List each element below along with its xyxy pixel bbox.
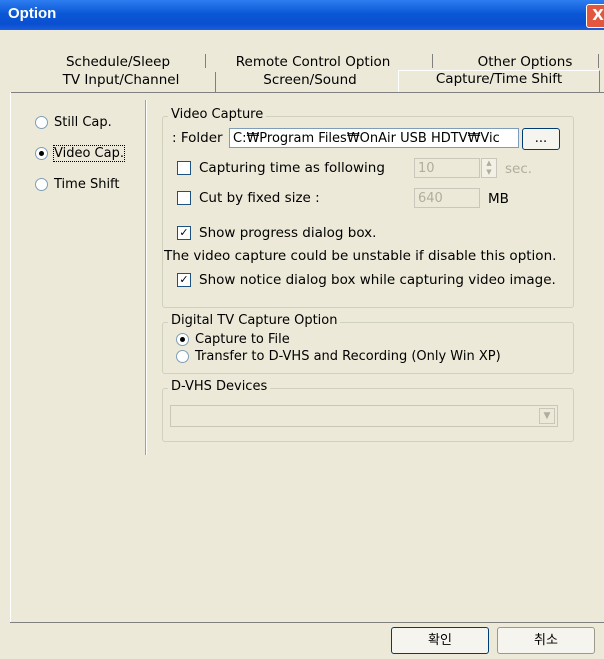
close-icon: X bbox=[592, 6, 604, 24]
ok-button[interactable]: 확인 bbox=[391, 627, 489, 654]
tab-label: TV Input/Channel bbox=[62, 72, 180, 88]
folder-input[interactable]: C:₩Program Files₩OnAir USB HDTV₩Vic bbox=[229, 128, 519, 148]
tab-other-options[interactable]: Other Options bbox=[470, 54, 580, 70]
digital-tv-group bbox=[162, 322, 574, 374]
tab-remote-control-option[interactable]: Remote Control Option bbox=[228, 54, 398, 70]
sec-unit: sec. bbox=[505, 161, 533, 177]
radio-circle bbox=[35, 178, 48, 191]
ok-label: 확인 bbox=[428, 633, 452, 648]
tab-tv-input-channel[interactable]: TV Input/Channel bbox=[46, 72, 196, 88]
tab-screen-sound[interactable]: Screen/Sound bbox=[245, 72, 375, 88]
radio-video-cap[interactable]: Video Cap. bbox=[35, 145, 125, 162]
cancel-label: 취소 bbox=[534, 633, 558, 648]
radio-circle bbox=[176, 350, 189, 363]
warning-text: The video capture could be unstable if d… bbox=[164, 248, 557, 264]
tab-label: Schedule/Sleep bbox=[65, 54, 171, 70]
group-title: D-VHS Devices bbox=[168, 379, 271, 394]
mb-unit: MB bbox=[488, 191, 509, 207]
left-divider bbox=[145, 100, 146, 455]
radio-time-shift[interactable]: Time Shift bbox=[35, 177, 120, 192]
radio-transfer-dvhs[interactable]: Transfer to D-VHS and Recording (Only Wi… bbox=[176, 349, 501, 364]
checkbox-label: Capturing time as following bbox=[199, 160, 385, 176]
spin-down-icon[interactable]: ▼ bbox=[482, 168, 496, 177]
checkbox-label: Show progress dialog box. bbox=[199, 225, 377, 241]
tab-label: Capture/Time Shift bbox=[435, 71, 563, 87]
tab-label: Remote Control Option bbox=[235, 54, 391, 70]
capturing-time-input[interactable]: 10 bbox=[414, 158, 480, 178]
radio-label: Transfer to D-VHS and Recording (Only Wi… bbox=[195, 349, 501, 364]
close-button[interactable]: X bbox=[586, 4, 604, 28]
tab-label: Screen/Sound bbox=[263, 72, 357, 88]
cut-size-checkbox[interactable]: Cut by fixed size : bbox=[177, 190, 320, 206]
cut-size-input[interactable]: 640 bbox=[414, 188, 480, 208]
tab-label: Other Options bbox=[477, 54, 573, 70]
checkbox-box-checked: ✓ bbox=[177, 226, 191, 240]
checkbox-box-checked: ✓ bbox=[177, 273, 191, 287]
radio-still-cap[interactable]: Still Cap. bbox=[35, 115, 112, 130]
radio-label: Capture to File bbox=[195, 332, 290, 347]
checkbox-label: Show notice dialog box while capturing v… bbox=[199, 272, 556, 288]
chevron-down-icon[interactable]: ▼ bbox=[539, 408, 555, 424]
tab-separator bbox=[205, 54, 206, 68]
browse-label: ... bbox=[534, 131, 548, 146]
show-progress-checkbox[interactable]: ✓ Show progress dialog box. bbox=[177, 225, 376, 241]
cancel-button[interactable]: 취소 bbox=[497, 627, 595, 654]
tab-separator bbox=[432, 54, 433, 68]
radio-circle-selected bbox=[176, 333, 189, 346]
checkbox-label: Cut by fixed size : bbox=[199, 190, 320, 206]
radio-circle-selected bbox=[35, 147, 48, 160]
tab-separator bbox=[598, 54, 599, 68]
browse-button[interactable]: ... bbox=[522, 128, 560, 150]
folder-label: : Folder bbox=[172, 130, 223, 146]
tab-capture-time-shift[interactable]: Capture/Time Shift bbox=[398, 70, 600, 92]
group-title: Digital TV Capture Option bbox=[168, 313, 341, 328]
capturing-time-checkbox[interactable]: Capturing time as following bbox=[177, 160, 385, 176]
show-notice-checkbox[interactable]: ✓ Show notice dialog box while capturing… bbox=[177, 272, 556, 288]
title-bar[interactable]: Option X bbox=[0, 0, 604, 30]
checkbox-box bbox=[177, 191, 191, 205]
dvhs-device-select[interactable]: ▼ bbox=[170, 405, 558, 427]
group-title: Video Capture bbox=[168, 107, 267, 122]
option-dialog: Option X Schedule/Sleep Remote Control O… bbox=[0, 0, 604, 659]
radio-label: Still Cap. bbox=[54, 115, 112, 130]
tab-schedule-sleep[interactable]: Schedule/Sleep bbox=[58, 54, 178, 70]
checkbox-box bbox=[177, 161, 191, 175]
window-title: Option bbox=[8, 5, 57, 22]
bottom-rule bbox=[10, 622, 604, 623]
radio-circle bbox=[35, 116, 48, 129]
radio-label: Time Shift bbox=[54, 177, 120, 192]
capturing-time-spinner[interactable]: ▲ ▼ bbox=[481, 158, 497, 178]
radio-capture-to-file[interactable]: Capture to File bbox=[176, 332, 290, 347]
tab-separator bbox=[215, 72, 216, 92]
radio-label: Video Cap. bbox=[53, 145, 125, 162]
spin-up-icon[interactable]: ▲ bbox=[482, 159, 496, 168]
